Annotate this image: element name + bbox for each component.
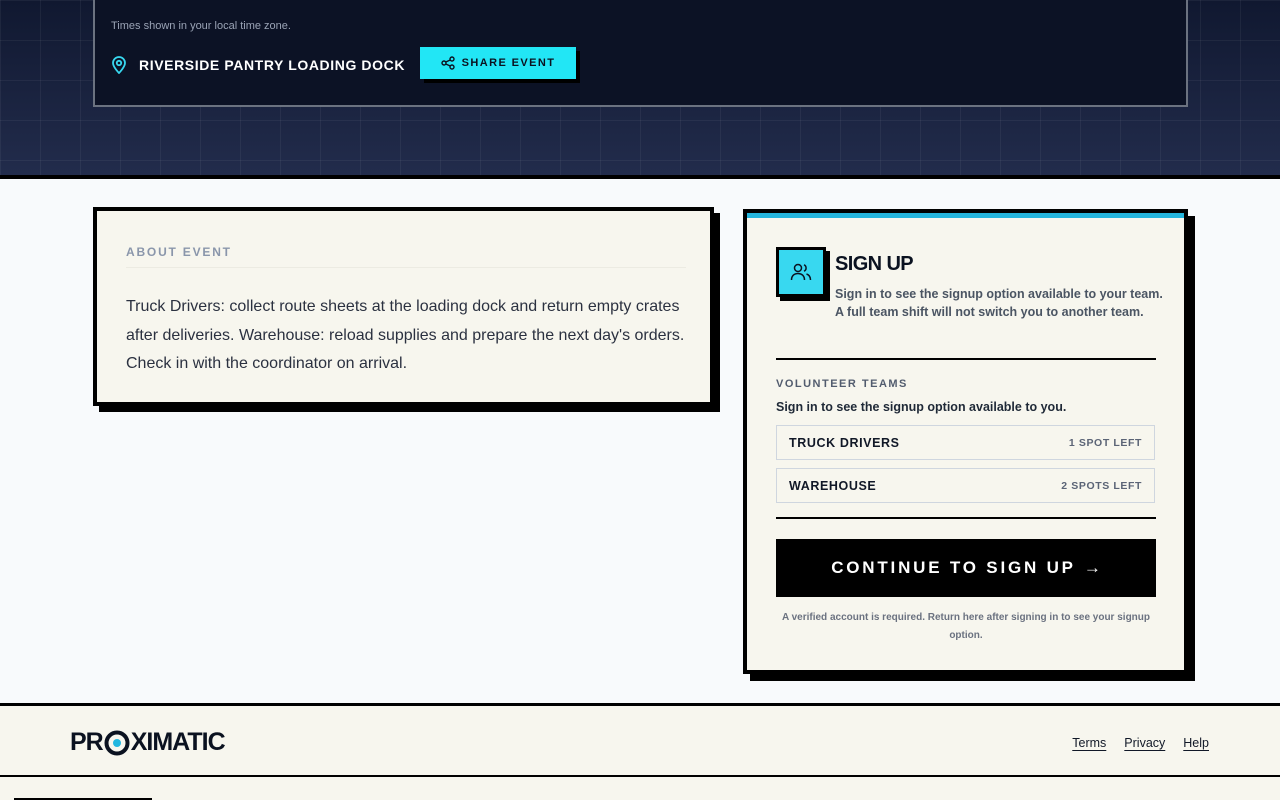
users-icon bbox=[776, 247, 826, 297]
volunteer-teams-note: Sign in to see the signup option availab… bbox=[776, 400, 1067, 414]
timezone-note: Times shown in your local time zone. bbox=[111, 20, 291, 32]
signup-divider-bottom bbox=[776, 517, 1156, 519]
event-hero: Times shown in your local time zone. RIV… bbox=[0, 0, 1280, 175]
logo-text-end: XIMATIC bbox=[130, 728, 226, 756]
about-event-card: ABOUT EVENT Truck Drivers: collect route… bbox=[93, 207, 714, 406]
hero-divider bbox=[0, 175, 1280, 179]
share-event-label: SHARE EVENT bbox=[461, 57, 556, 69]
signup-footnote: A verified account is required. Return h… bbox=[781, 612, 1151, 641]
about-divider bbox=[126, 267, 686, 268]
about-event-description: Truck Drivers: collect route sheets at t… bbox=[126, 298, 685, 372]
team-row-truck-drivers: TRUCK DRIVERS 1 SPOT LEFT bbox=[776, 425, 1155, 460]
map-pin-icon bbox=[111, 56, 127, 75]
event-location: RIVERSIDE PANTRY LOADING DOCK bbox=[139, 57, 406, 73]
page-footer: PR XIMATIC Terms Privacy Help bbox=[0, 703, 1280, 800]
team-spots-left: 2 SPOTS LEFT bbox=[1061, 479, 1142, 492]
share-event-button[interactable]: SHARE EVENT bbox=[420, 47, 576, 79]
event-header-card: Times shown in your local time zone. RIV… bbox=[93, 0, 1188, 107]
team-spots-left: 1 SPOT LEFT bbox=[1068, 436, 1142, 449]
continue-label: CONTINUE TO SIGN UP bbox=[831, 558, 1076, 577]
signup-divider-top bbox=[776, 358, 1156, 360]
continue-to-sign-up-button[interactable]: CONTINUE TO SIGN UP → bbox=[776, 539, 1156, 597]
arrow-right-icon: → bbox=[1083, 558, 1101, 577]
team-name: TRUCK DRIVERS bbox=[789, 435, 900, 450]
volunteer-teams-heading: VOLUNTEER TEAMS bbox=[776, 378, 908, 390]
signup-accent-bar bbox=[747, 213, 1184, 218]
signup-title: SIGN UP bbox=[835, 253, 914, 275]
team-name: WAREHOUSE bbox=[789, 478, 877, 493]
logo-text-start: PR bbox=[70, 728, 104, 756]
location-row: RIVERSIDE PANTRY LOADING DOCK bbox=[111, 56, 406, 75]
logo-eye-icon bbox=[104, 730, 130, 756]
team-row-warehouse: WAREHOUSE 2 SPOTS LEFT bbox=[776, 468, 1155, 503]
footer-link-terms[interactable]: Terms bbox=[1072, 736, 1106, 750]
proximatic-logo[interactable]: PR XIMATIC bbox=[70, 728, 226, 757]
footer-divider bbox=[0, 775, 1280, 777]
footer-link-help[interactable]: Help bbox=[1183, 736, 1209, 750]
share-icon bbox=[440, 56, 455, 70]
about-event-heading: ABOUT EVENT bbox=[126, 245, 232, 259]
signup-description: Sign in to see the signup option availab… bbox=[835, 287, 1163, 319]
signup-card: SIGN UP Sign in to see the signup option… bbox=[743, 209, 1188, 674]
footer-link-privacy[interactable]: Privacy bbox=[1124, 736, 1165, 750]
footer-links: Terms Privacy Help bbox=[1072, 736, 1209, 750]
